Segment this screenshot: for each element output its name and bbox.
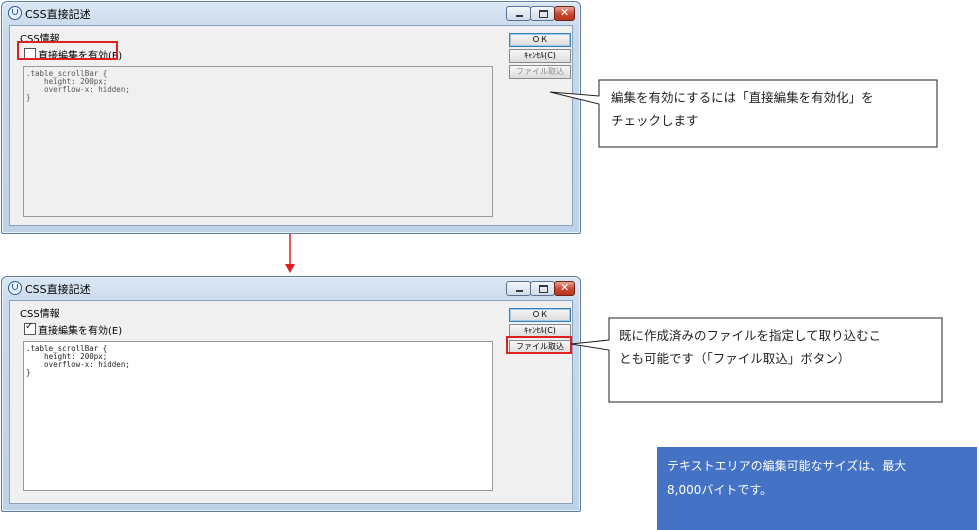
size-limit-note-line1: テキストエリアの編集可能なサイズは、最大 xyxy=(667,459,907,473)
callout-file-import-line1: 既に作成済みのファイルを指定して取り込むこ xyxy=(619,328,882,343)
size-limit-note-line2: 8,000バイトです。 xyxy=(667,483,773,497)
callout-enable-edit-line1: 編集を有効にするには「直接編集を有効化」を xyxy=(611,90,874,105)
callout-file-import-text: 既に作成済みのファイルを指定して取り込むこ とも可能です（「ファイル取込」ボタン… xyxy=(619,324,881,370)
callout-enable-edit-line2: チェックします xyxy=(611,113,699,128)
down-arrow-icon xyxy=(285,264,295,273)
callout-enable-edit-text: 編集を有効にするには「直接編集を有効化」を チェックします xyxy=(611,86,874,132)
size-limit-note: テキストエリアの編集可能なサイズは、最大 8,000バイトです。 xyxy=(657,447,977,530)
callout-file-import-line2: とも可能です（「ファイル取込」ボタン） xyxy=(619,351,851,366)
